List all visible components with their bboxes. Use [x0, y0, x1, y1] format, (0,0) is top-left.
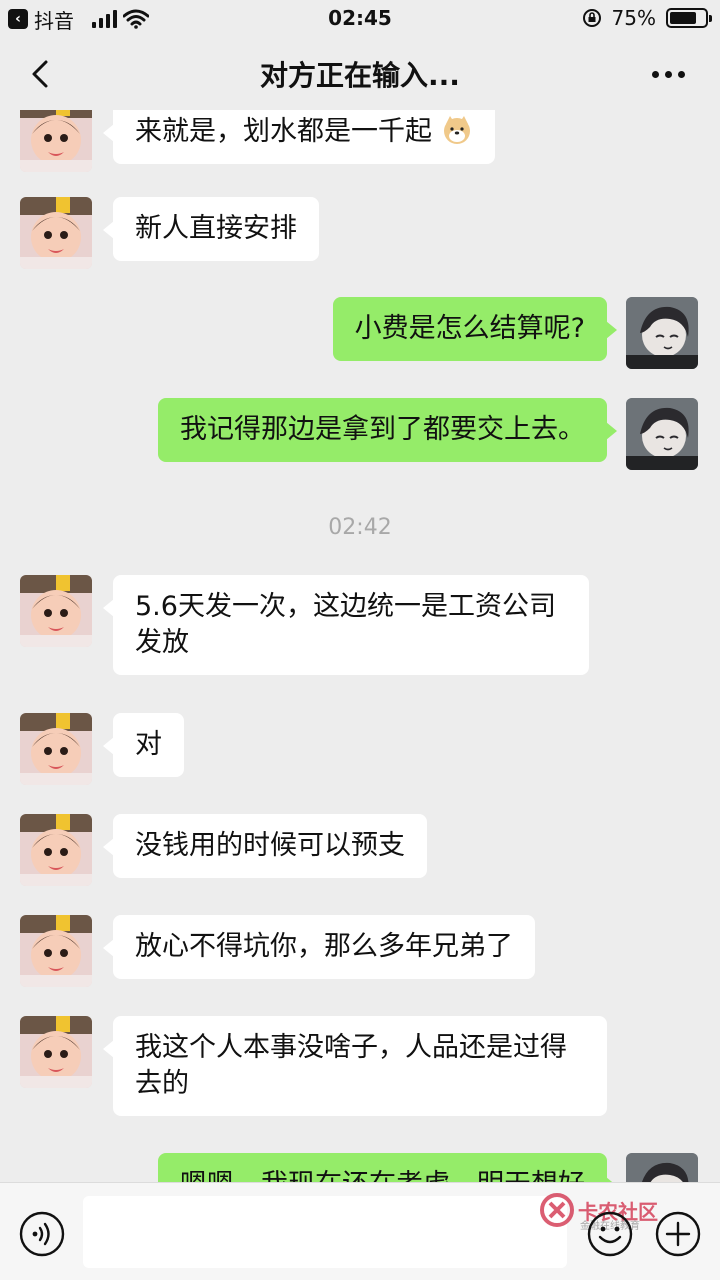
chat-timestamp: 02:42 — [328, 515, 392, 540]
contact-avatar[interactable] — [20, 575, 92, 647]
contact-avatar[interactable] — [20, 814, 92, 886]
contact-avatar[interactable] — [20, 915, 92, 987]
message-bubble[interactable]: 放心不得坑你，那么多年兄弟了 — [103, 915, 535, 979]
message-bubble[interactable]: 新人直接安排 — [103, 197, 319, 261]
message-bubble[interactable]: 对 — [103, 713, 184, 777]
contact-avatar[interactable] — [20, 1016, 92, 1088]
chat-title: 对方正在输入... — [260, 59, 460, 92]
contact-avatar[interactable] — [20, 713, 92, 785]
back-chevron-icon[interactable] — [24, 56, 60, 92]
message-bubble[interactable]: 5.6天发一次，这边统一是工资公司发放 — [103, 575, 589, 675]
chat-message-list[interactable]: 来就是，划水都是一千起 新人直接安排 小费是怎么结算呢? 我记得那边是拿到了都要… — [0, 110, 720, 1182]
plus-icon[interactable] — [655, 1211, 701, 1257]
input-bar: 卡农社区 金融在线教育 — [0, 1182, 720, 1280]
message-bubble[interactable]: 没钱用的时候可以预支 — [103, 814, 427, 878]
contact-avatar[interactable] — [20, 197, 92, 269]
message-bubble[interactable]: 嗯嗯，我现在还在考虑，明天想好 — [158, 1153, 617, 1182]
doge-emoji-icon — [443, 116, 470, 144]
message-bubble[interactable]: 来就是，划水都是一千起 — [103, 110, 495, 164]
status-bar: ‹ 抖音 02:45 75% — [0, 0, 720, 38]
message-text: 来就是，划水都是一千起 — [135, 116, 432, 147]
chat-header: 对方正在输入... — [0, 38, 720, 110]
voice-icon[interactable] — [19, 1211, 65, 1257]
battery-percent: 75% — [611, 6, 656, 30]
message-bubble[interactable]: 我这个人本事没啥子，人品还是过得去的 — [103, 1016, 607, 1116]
message-bubble[interactable]: 小费是怎么结算呢? — [332, 297, 618, 361]
emoji-icon[interactable] — [587, 1211, 633, 1257]
message-bubble[interactable]: 我记得那边是拿到了都要交上去。 — [158, 398, 617, 462]
rotation-lock-icon — [582, 9, 601, 27]
self-avatar[interactable] — [626, 297, 698, 369]
self-avatar[interactable] — [626, 398, 698, 470]
message-input[interactable] — [83, 1196, 567, 1268]
contact-avatar[interactable] — [20, 110, 92, 172]
battery-icon — [666, 8, 712, 28]
watermark-logo-icon — [540, 1193, 574, 1227]
self-avatar[interactable] — [626, 1153, 698, 1182]
more-options-icon[interactable] — [652, 62, 692, 86]
